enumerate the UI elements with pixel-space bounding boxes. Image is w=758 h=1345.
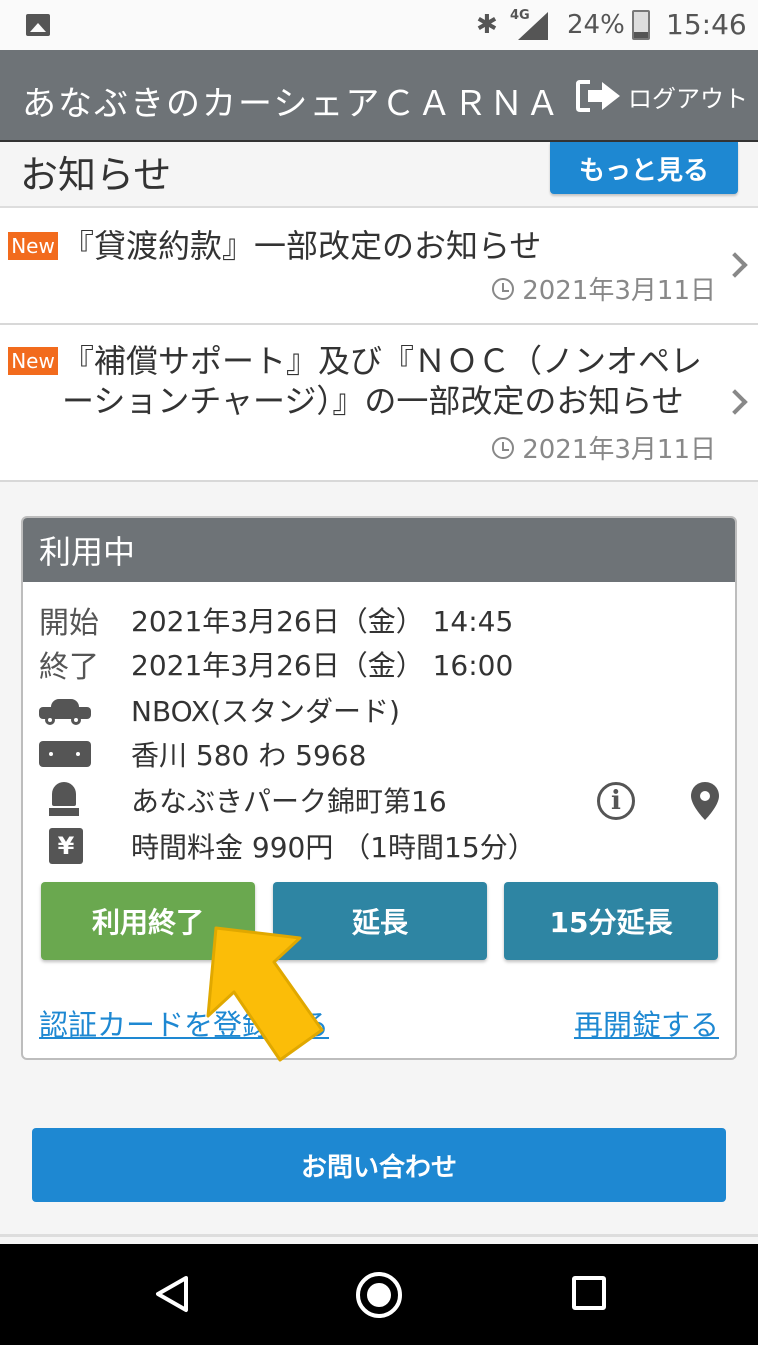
notice-date-text: 2021年3月11日 [522, 276, 716, 306]
start-row: 開始 2021年3月26日（金） 14:45 [39, 600, 514, 641]
recent-apps-icon[interactable] [572, 1276, 606, 1310]
battery-icon [632, 10, 650, 40]
more-button[interactable]: もっと見る [550, 142, 738, 194]
start-value: 2021年3月26日（金） 14:45 [131, 605, 514, 638]
end-label: 終了 [39, 650, 99, 685]
app-header: あなぶきのカーシェアＣＡＲＮＡ ログアウト [0, 50, 758, 142]
in-use-heading: 利用中 [23, 518, 735, 582]
divider [0, 1234, 758, 1237]
image-notification-icon [26, 14, 50, 36]
notice-title: 『貸渡約款』一部改定のお知らせ [62, 227, 542, 265]
notices-section-header: お知らせ もっと見る [0, 142, 758, 208]
start-label: 開始 [39, 606, 99, 641]
status-bar: ✱ 4G 24% 15:46 [0, 0, 758, 50]
notice-date: 2021年3月11日 [492, 429, 716, 466]
end-use-button[interactable]: 利用終了 [41, 882, 255, 960]
logout-icon [576, 80, 620, 112]
logout-button[interactable]: ログアウト [576, 78, 748, 114]
logout-label: ログアウト [628, 84, 748, 113]
station-name: あなぶきパーク錦町第16 [131, 785, 447, 818]
chevron-right-icon [722, 389, 748, 415]
back-icon[interactable] [152, 1274, 192, 1314]
bluetooth-icon: ✱ [476, 10, 498, 40]
station-row: あなぶきパーク錦町第16 [39, 780, 447, 820]
chevron-right-icon [722, 252, 748, 278]
battery-percent: 24% [567, 10, 625, 40]
notice-date: 2021年3月11日 [492, 270, 716, 307]
car-icon [39, 697, 91, 725]
extend-15min-button[interactable]: 15分延長 [504, 882, 718, 960]
fee-value: 時間料金 990円 （1時間15分） [131, 831, 536, 864]
end-row: 終了 2021年3月26日（金） 16:00 [39, 644, 514, 685]
app-title: あなぶきのカーシェアＣＡＲＮＡ [22, 84, 562, 124]
clock: 15:46 [666, 8, 747, 41]
new-badge: New [8, 347, 58, 375]
home-icon[interactable] [356, 1272, 402, 1318]
navigation-bar [0, 1244, 758, 1345]
info-icon[interactable]: i [597, 782, 635, 820]
notices-heading: お知らせ [20, 153, 172, 197]
plate-number: 香川 580 わ 5968 [131, 739, 367, 772]
fee-row: ¥ 時間料金 990円 （1時間15分） [39, 826, 536, 866]
map-pin-icon[interactable] [691, 782, 719, 820]
contact-button[interactable]: お問い合わせ [32, 1128, 726, 1202]
notice-item[interactable]: New 『貸渡約款』一部改定のお知らせ 2021年3月11日 [0, 208, 758, 325]
end-value: 2021年3月26日（金） 16:00 [131, 649, 514, 682]
yen-icon: ¥ [49, 828, 83, 864]
clock-icon [492, 436, 515, 459]
notice-title: 『補償サポート』及び『ＮＯＣ（ノンオペレーションチャージ）』の一部改定のお知らせ [62, 342, 703, 420]
license-plate-icon [39, 741, 91, 767]
register-card-link[interactable]: 認証カードを登録する [39, 1002, 329, 1044]
notice-item[interactable]: New 『補償サポート』及び『ＮＯＣ（ノンオペレーションチャージ）』の一部改定の… [0, 325, 758, 482]
in-use-card: 利用中 開始 2021年3月26日（金） 14:45 終了 2021年3月26日… [21, 516, 737, 1060]
plate-row: 香川 580 わ 5968 [39, 734, 366, 774]
signal-icon [518, 12, 548, 40]
extend-button[interactable]: 延長 [273, 882, 487, 960]
relock-link[interactable]: 再開錠する [574, 1002, 719, 1044]
car-model: NBOX(スタンダード) [131, 695, 400, 728]
notice-date-text: 2021年3月11日 [522, 435, 716, 465]
car-row: NBOX(スタンダード) [39, 690, 400, 730]
clock-icon [492, 277, 515, 300]
new-badge: New [8, 232, 58, 260]
parking-station-icon [49, 782, 79, 818]
